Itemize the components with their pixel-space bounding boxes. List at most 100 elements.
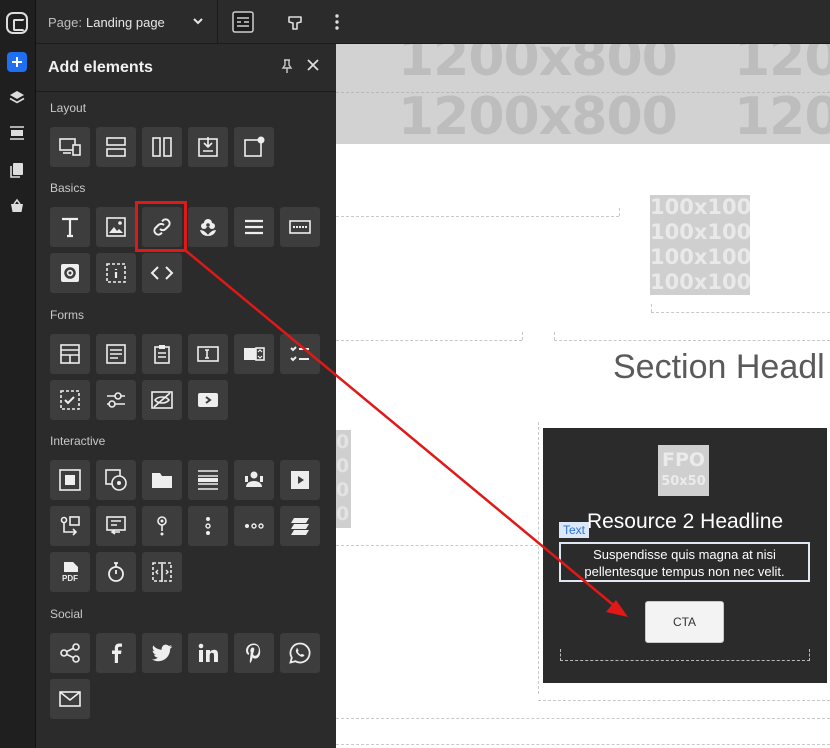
plus-icon	[12, 57, 22, 67]
tile-select[interactable]	[234, 334, 274, 374]
guide-line	[336, 718, 830, 719]
tile-checkbox[interactable]	[50, 380, 90, 420]
play-icon	[291, 471, 309, 489]
more-options-button[interactable]	[326, 11, 348, 33]
tile-whatsapp[interactable]	[280, 633, 320, 673]
tile-rows[interactable]	[96, 127, 136, 167]
text-field-icon	[197, 346, 219, 362]
banner-placeholder-text-2: 1200x800	[398, 87, 678, 144]
tile-testimonials[interactable]	[234, 460, 274, 500]
section-title-layout: Layout	[50, 101, 87, 115]
list-form-icon	[106, 344, 126, 364]
side-placeholder-line: 0	[336, 431, 350, 453]
tile-vertical-menu[interactable]	[188, 506, 228, 546]
tile-facebook[interactable]	[96, 633, 136, 673]
pin-icon[interactable]	[280, 58, 294, 74]
tile-pinterest[interactable]	[234, 633, 274, 673]
tile-widget[interactable]	[50, 253, 90, 293]
tile-slider[interactable]	[96, 380, 136, 420]
card-drop-zone	[560, 649, 810, 661]
folder-tabs-icon	[152, 473, 172, 488]
page-selector-value: Landing page	[85, 14, 165, 30]
flow-icon	[60, 516, 80, 536]
checkbox-icon	[60, 390, 80, 410]
tile-form-fields[interactable]	[96, 334, 136, 374]
add-elements-rail-button[interactable]	[7, 52, 27, 72]
resource-card[interactable]: FPO 50x50 Resource 2 Headline Text Suspe…	[543, 428, 827, 683]
tile-columns[interactable]	[142, 127, 182, 167]
popup-trigger-icon	[106, 516, 126, 535]
dots-horizontal-icon	[245, 523, 264, 529]
tile-info-block[interactable]	[96, 253, 136, 293]
fpo-placeholder: FPO 50x50	[658, 445, 709, 496]
tile-lightbox[interactable]	[50, 460, 90, 500]
tile-slideshow[interactable]	[280, 506, 320, 546]
tile-linkedin[interactable]	[188, 633, 228, 673]
tile-accordion[interactable]	[188, 460, 228, 500]
fpo-size: 50x50	[661, 474, 706, 489]
tile-hidden-field[interactable]	[142, 380, 182, 420]
tile-twitter[interactable]	[142, 633, 182, 673]
tile-pdf[interactable]: PDF	[50, 552, 90, 592]
tile-before-after[interactable]	[142, 552, 182, 592]
guide-line	[554, 340, 830, 341]
code-icon	[150, 266, 174, 280]
side-placeholder-line: 0	[336, 479, 350, 501]
tile-clipboard[interactable]	[142, 334, 182, 374]
cta-button[interactable]: CTA	[645, 601, 724, 643]
section-title-interactive: Interactive	[50, 434, 106, 448]
fpo-text: FPO	[661, 449, 706, 471]
tile-popup-trigger[interactable]	[96, 506, 136, 546]
tile-preview[interactable]	[96, 460, 136, 500]
tile-popup[interactable]	[234, 127, 274, 167]
tile-hotspot[interactable]	[142, 506, 182, 546]
section-headline[interactable]: Section Headl	[613, 348, 825, 387]
layout-toggle-button[interactable]	[232, 11, 254, 33]
app-root: Page: Landing page Add elements Layout B…	[0, 0, 830, 748]
pages-rail-button[interactable]	[7, 160, 27, 180]
tile-toggle-link[interactable]	[50, 506, 90, 546]
whatsapp-icon	[289, 642, 311, 664]
tile-icon[interactable]	[188, 207, 228, 247]
tile-text[interactable]	[50, 207, 90, 247]
tile-timer[interactable]	[96, 552, 136, 592]
people-icon	[245, 471, 263, 487]
tile-email[interactable]	[50, 679, 90, 719]
app-logo-icon[interactable]	[6, 12, 28, 34]
editor-canvas[interactable]: 1200x800 120 1200x800 120 100x100 100x10…	[336, 44, 830, 748]
compare-icon	[152, 562, 172, 582]
section-download-icon	[198, 137, 218, 157]
resource-body-text[interactable]: Suspendisse quis magna at nisi pellentes…	[559, 542, 810, 582]
tile-responsive-layout[interactable]	[50, 127, 90, 167]
pinterest-icon	[246, 643, 261, 664]
tile-tabs[interactable]	[142, 460, 182, 500]
guide-line	[538, 422, 539, 694]
tile-section[interactable]	[188, 127, 228, 167]
tile-text-field[interactable]	[188, 334, 228, 374]
store-rail-button[interactable]	[7, 196, 27, 216]
tile-link[interactable]	[142, 207, 182, 247]
tile-code[interactable]	[142, 253, 182, 293]
tile-button[interactable]	[280, 207, 320, 247]
tile-image[interactable]	[96, 207, 136, 247]
tile-submit[interactable]	[188, 380, 228, 420]
layers-rail-button[interactable]	[7, 88, 27, 108]
tile-share[interactable]	[50, 633, 90, 673]
submit-icon	[198, 393, 218, 407]
info-frame-icon	[106, 263, 126, 283]
image-placeholder-line: 100x100	[650, 245, 750, 269]
shopping-bag-icon	[11, 198, 23, 212]
tile-checklist[interactable]	[280, 334, 320, 374]
image-placeholder-100[interactable]: 100x100 100x100 100x100 100x100	[650, 195, 750, 295]
tile-form[interactable]	[50, 334, 90, 374]
columns-icon	[152, 137, 172, 157]
tile-divider[interactable]	[234, 207, 274, 247]
close-icon[interactable]	[306, 58, 320, 72]
svg-text:PDF: PDF	[62, 574, 78, 583]
page-selector[interactable]: Page: Landing page	[36, 0, 218, 44]
tile-video[interactable]	[280, 460, 320, 500]
tile-horizontal-menu[interactable]	[234, 506, 274, 546]
theme-button[interactable]	[284, 11, 306, 33]
stack-icon	[291, 518, 309, 535]
sections-rail-button[interactable]	[7, 123, 27, 143]
